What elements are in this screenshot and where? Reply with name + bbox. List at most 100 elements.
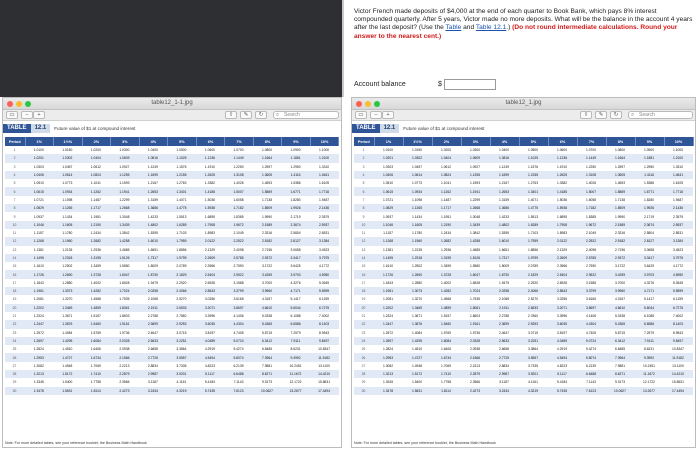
period-cell: 29 — [12, 380, 17, 385]
factor-cell: 1.3671 — [411, 314, 423, 319]
factor-cell: 4.3219 — [167, 386, 197, 395]
table-footnote: Note: For more detailed tables, see your… — [5, 441, 147, 445]
factor-cell: 2.6533 — [519, 303, 548, 312]
factor-cell: 3.7335 — [176, 363, 187, 368]
zoom-in-icon[interactable]: + — [33, 111, 45, 119]
markup-icon[interactable]: ✎ — [240, 111, 252, 119]
factor-cell: 1.2880 — [62, 280, 73, 285]
factor-cell: 1.3213 — [374, 370, 403, 379]
factor-cell: 1.2100 — [664, 154, 693, 163]
share-icon[interactable]: ⇧ — [580, 111, 592, 119]
factor-cell: 1.8603 — [119, 314, 130, 319]
factor-cell: 5.0338 — [614, 314, 626, 319]
table-row: 9 1.0937 1.1434 1.1951 1.3048 1.4233 1.5513 1.6… — [5, 212, 339, 220]
factor-cell: 1.1487 — [90, 197, 101, 202]
markup-icon[interactable]: ✎ — [595, 111, 607, 119]
factor-cell: 15.8631 — [318, 380, 331, 385]
factor-cell: 1.3195 — [432, 253, 461, 263]
factor-cell: 1.2202 — [25, 303, 54, 312]
share-icon[interactable]: ⇧ — [225, 111, 237, 119]
factor-cell: 1.5172 — [53, 370, 83, 379]
sidebar-toggle-icon[interactable]: ▭ — [355, 111, 367, 119]
period-cell: 18 — [354, 287, 374, 296]
rate-header: 7% — [577, 137, 607, 146]
table-link[interactable]: Table — [446, 24, 462, 31]
zoom-in-icon[interactable]: + — [382, 111, 394, 119]
period-cell: 10 — [354, 220, 374, 229]
factor-cell: 5.0724 — [577, 336, 606, 346]
left-search-field[interactable]: ⌕ Search — [273, 111, 339, 119]
factor-cell: 1.4084 — [62, 330, 73, 335]
factor-cell: 1.3159 — [147, 197, 158, 202]
factor-cell: 2.2213 — [469, 363, 481, 368]
factor-cell: 6.6586 — [635, 320, 664, 329]
table-row: 5 1.0510 1.0773 1.1041 1.1593 1.2167 1.2763 1.3… — [5, 179, 339, 187]
factor-cell: 1.8061 — [110, 303, 140, 312]
factor-cell: 2.0938 — [119, 347, 130, 352]
table-row: 12 1.1268 1.1960 1.2682 1.4258 1.6010 1.7959 2.… — [354, 237, 693, 246]
period-cell: 2 — [5, 154, 25, 163]
right-search-field[interactable]: ⌕ Search — [628, 111, 693, 119]
sidebar-toggle-icon[interactable]: ▭ — [6, 111, 18, 119]
period-cell: 11 — [12, 231, 17, 236]
zoom-out-icon[interactable]: − — [21, 111, 33, 119]
factor-cell: 2.2788 — [147, 314, 158, 319]
right-titlebar[interactable]: table12_1.jpg — [352, 98, 695, 110]
factor-cell: 7.2579 — [290, 330, 301, 335]
factor-cell: 1.1434 — [62, 214, 73, 219]
factor-cell: 2.2920 — [527, 280, 539, 285]
period-cell: 9 — [362, 214, 365, 219]
factor-cell: 5.8715 — [261, 330, 273, 335]
rotate-icon[interactable]: ↻ — [610, 111, 622, 119]
factor-cell: 1.2625 — [196, 170, 225, 180]
factor-cell: 3.6425 — [290, 264, 301, 269]
factor-cell: 1.9926 — [635, 204, 664, 213]
factor-cell: 1.0612 — [440, 164, 452, 169]
factor-cell: 5.1117 — [196, 370, 225, 379]
factor-cell: 1.4568 — [90, 297, 101, 302]
factor-cell: 1.0700 — [585, 148, 597, 153]
rotate-icon[interactable]: ↻ — [255, 111, 267, 119]
factor-cell: 2.4098 — [585, 247, 597, 252]
table-row: 18 1.1961 1.3073 1.4282 1.7024 2.0258 2.4066 2.… — [354, 287, 693, 296]
period-cell: 7 — [362, 197, 365, 202]
factor-cell: 1.0773 — [411, 181, 423, 186]
factor-cell: 4.7171 — [635, 287, 664, 296]
factor-cell: 1.0404 — [82, 154, 111, 163]
factor-cell: 1.5513 — [176, 214, 187, 219]
factor-cell: 6.7275 — [664, 303, 693, 312]
factor-cell: 3.0658 — [643, 247, 655, 252]
factor-cell: 1.6771 — [281, 187, 311, 196]
factor-cell: 1.0200 — [90, 148, 101, 153]
factor-cell: 1.0800 — [261, 148, 273, 153]
factor-cell: 5.7435 — [548, 386, 577, 395]
factor-cell: 7.1143 — [586, 380, 596, 385]
factor-cell: 2.8543 — [196, 287, 225, 296]
table-12-1-link[interactable]: Table 12.1 — [476, 24, 506, 31]
factor-cell: 2.7860 — [176, 314, 187, 319]
factor-cell: 1.0500 — [176, 148, 187, 153]
account-balance-input[interactable] — [443, 79, 496, 90]
factor-cell: 3.4523 — [672, 247, 684, 252]
factor-cell: 2.9987 — [490, 370, 519, 379]
zoom-out-icon[interactable]: − — [370, 111, 382, 119]
table-title: Future value of $1 at compound interest — [54, 126, 136, 131]
factor-cell: 2.1566 — [461, 353, 490, 362]
factor-cell: 1.5395 — [147, 231, 158, 236]
factor-cell: 7.9111 — [635, 336, 664, 346]
factor-cell: 4.1772 — [319, 264, 330, 269]
factor-cell: 1.1699 — [490, 170, 519, 180]
factor-cell: 7.4002 — [319, 314, 330, 319]
factor-cell: 1.7959 — [519, 237, 548, 246]
factor-cell: 1.3048 — [119, 214, 130, 219]
factor-cell: 1.3310 — [672, 164, 684, 169]
factor-cell: 1.7410 — [432, 370, 461, 379]
left-titlebar[interactable]: table12_1-1.jpg — [3, 98, 341, 110]
factor-cell: 12.1722 — [289, 380, 302, 385]
factor-cell: 4.2919 — [204, 347, 215, 352]
factor-cell: 2.0122 — [196, 237, 225, 246]
factor-cell: 1.2447 — [374, 320, 403, 329]
factor-cell: 1.0829 — [374, 204, 403, 213]
factor-cell: 1.0721 — [33, 197, 44, 202]
table-row: 16 1.1726 1.2690 1.3728 1.6047 1.8730 2.1829 2.… — [354, 270, 693, 279]
